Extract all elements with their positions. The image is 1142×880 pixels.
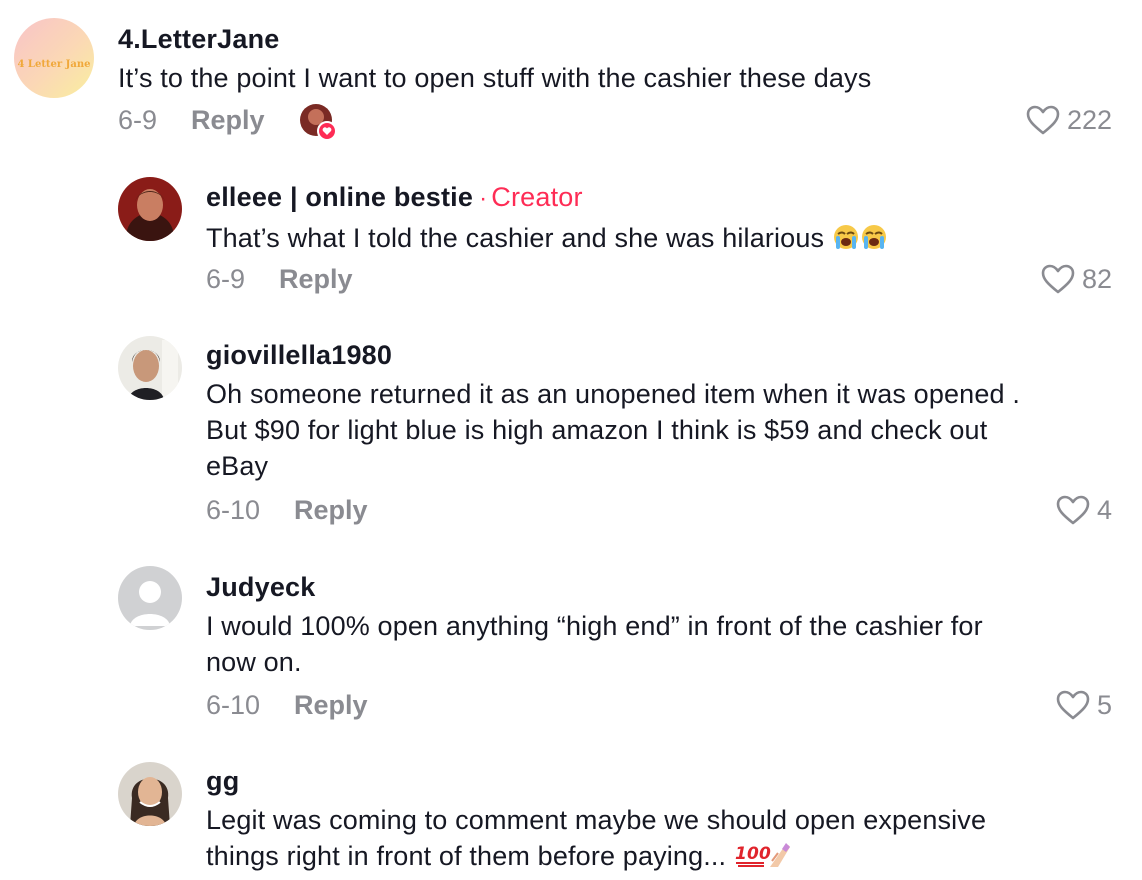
comment-username[interactable]: gg — [206, 764, 986, 798]
avatar-giovillella-image — [118, 336, 182, 400]
svg-text:100: 100 — [735, 844, 771, 864]
comment-text-line: Oh someone returned it as an unopened it… — [206, 379, 1020, 409]
comment-username[interactable]: Judyeck — [206, 570, 983, 604]
comment-username[interactable]: 4.LetterJane — [118, 22, 871, 56]
like-count: 4 — [1096, 495, 1112, 525]
reply-button[interactable]: Reply — [191, 103, 265, 137]
comment-text-content: That’s what I told the cashier and she w… — [206, 223, 825, 253]
comment-username[interactable]: elleee | online bestie · Creator — [206, 180, 888, 216]
reply-button[interactable]: Reply — [294, 688, 368, 722]
comment-text-line: now on. — [206, 647, 302, 677]
badge-separator: · — [479, 185, 488, 212]
like-count: 222 — [1066, 105, 1112, 135]
comment-text: I would 100% open anything “high end” in… — [206, 608, 983, 680]
username-text: elleee | online bestie — [206, 182, 474, 212]
comment-text-line: Legit was coming to comment maybe we sho… — [206, 805, 987, 835]
heart-outline-icon — [1041, 264, 1075, 294]
comment-text-line: I would 100% open anything “high end” in… — [206, 611, 983, 641]
avatar[interactable]: 4 Letter Jane — [14, 18, 94, 98]
comment-text: That’s what I told the cashier and she w… — [206, 220, 888, 256]
heart-outline-icon — [1056, 690, 1090, 720]
avatar-elleee-image — [118, 177, 182, 241]
comment-text-line: eBay — [206, 451, 269, 481]
reply-button[interactable]: Reply — [279, 262, 353, 296]
creator-liked-badge — [299, 103, 337, 141]
creator-liked-heart-icon — [299, 104, 337, 141]
comment-date: 6-9 — [206, 264, 246, 294]
like-button[interactable]: 222 — [1025, 103, 1112, 137]
reply-button[interactable]: Reply — [294, 493, 368, 527]
like-button[interactable]: 4 — [1055, 493, 1112, 527]
comment-date: 6-10 — [206, 690, 261, 720]
like-button[interactable]: 5 — [1055, 688, 1112, 722]
svg-text:4 Letter Jane: 4 Letter Jane — [17, 59, 90, 70]
like-count: 82 — [1081, 264, 1112, 294]
comment-text: Oh someone returned it as an unopened it… — [206, 376, 1020, 484]
comment-date: 6-10 — [206, 495, 261, 525]
creator-badge: Creator — [491, 182, 583, 212]
avatar[interactable] — [118, 566, 182, 630]
comment-text-line: things right in front of them before pay… — [206, 841, 727, 871]
comment-date: 6-9 — [118, 105, 158, 135]
loudly-crying-face-emoji-icon — [833, 225, 886, 249]
comment-text-line-wrapper: things right in front of them before pay… — [206, 838, 986, 874]
hundred-points-nail-polish-emoji-icon: 100 — [735, 843, 790, 867]
comment-text: Legit was coming to comment maybe we sho… — [206, 802, 986, 874]
avatar[interactable] — [118, 336, 182, 400]
avatar-4letterjane-image: 4 Letter Jane — [14, 18, 94, 98]
comment-text-line: But $90 for light blue is high amazon I … — [206, 415, 988, 445]
avatar[interactable] — [118, 762, 182, 826]
avatar[interactable] — [118, 177, 182, 241]
default-avatar-icon — [118, 566, 182, 630]
comment-text: It’s to the point I want to open stuff w… — [118, 63, 872, 93]
heart-outline-icon — [1026, 105, 1060, 135]
like-button[interactable]: 82 — [1040, 262, 1112, 296]
avatar-gg-image — [118, 762, 182, 826]
heart-outline-icon — [1056, 495, 1090, 525]
comment-username[interactable]: giovillella1980 — [206, 338, 1020, 372]
like-count: 5 — [1096, 690, 1112, 720]
